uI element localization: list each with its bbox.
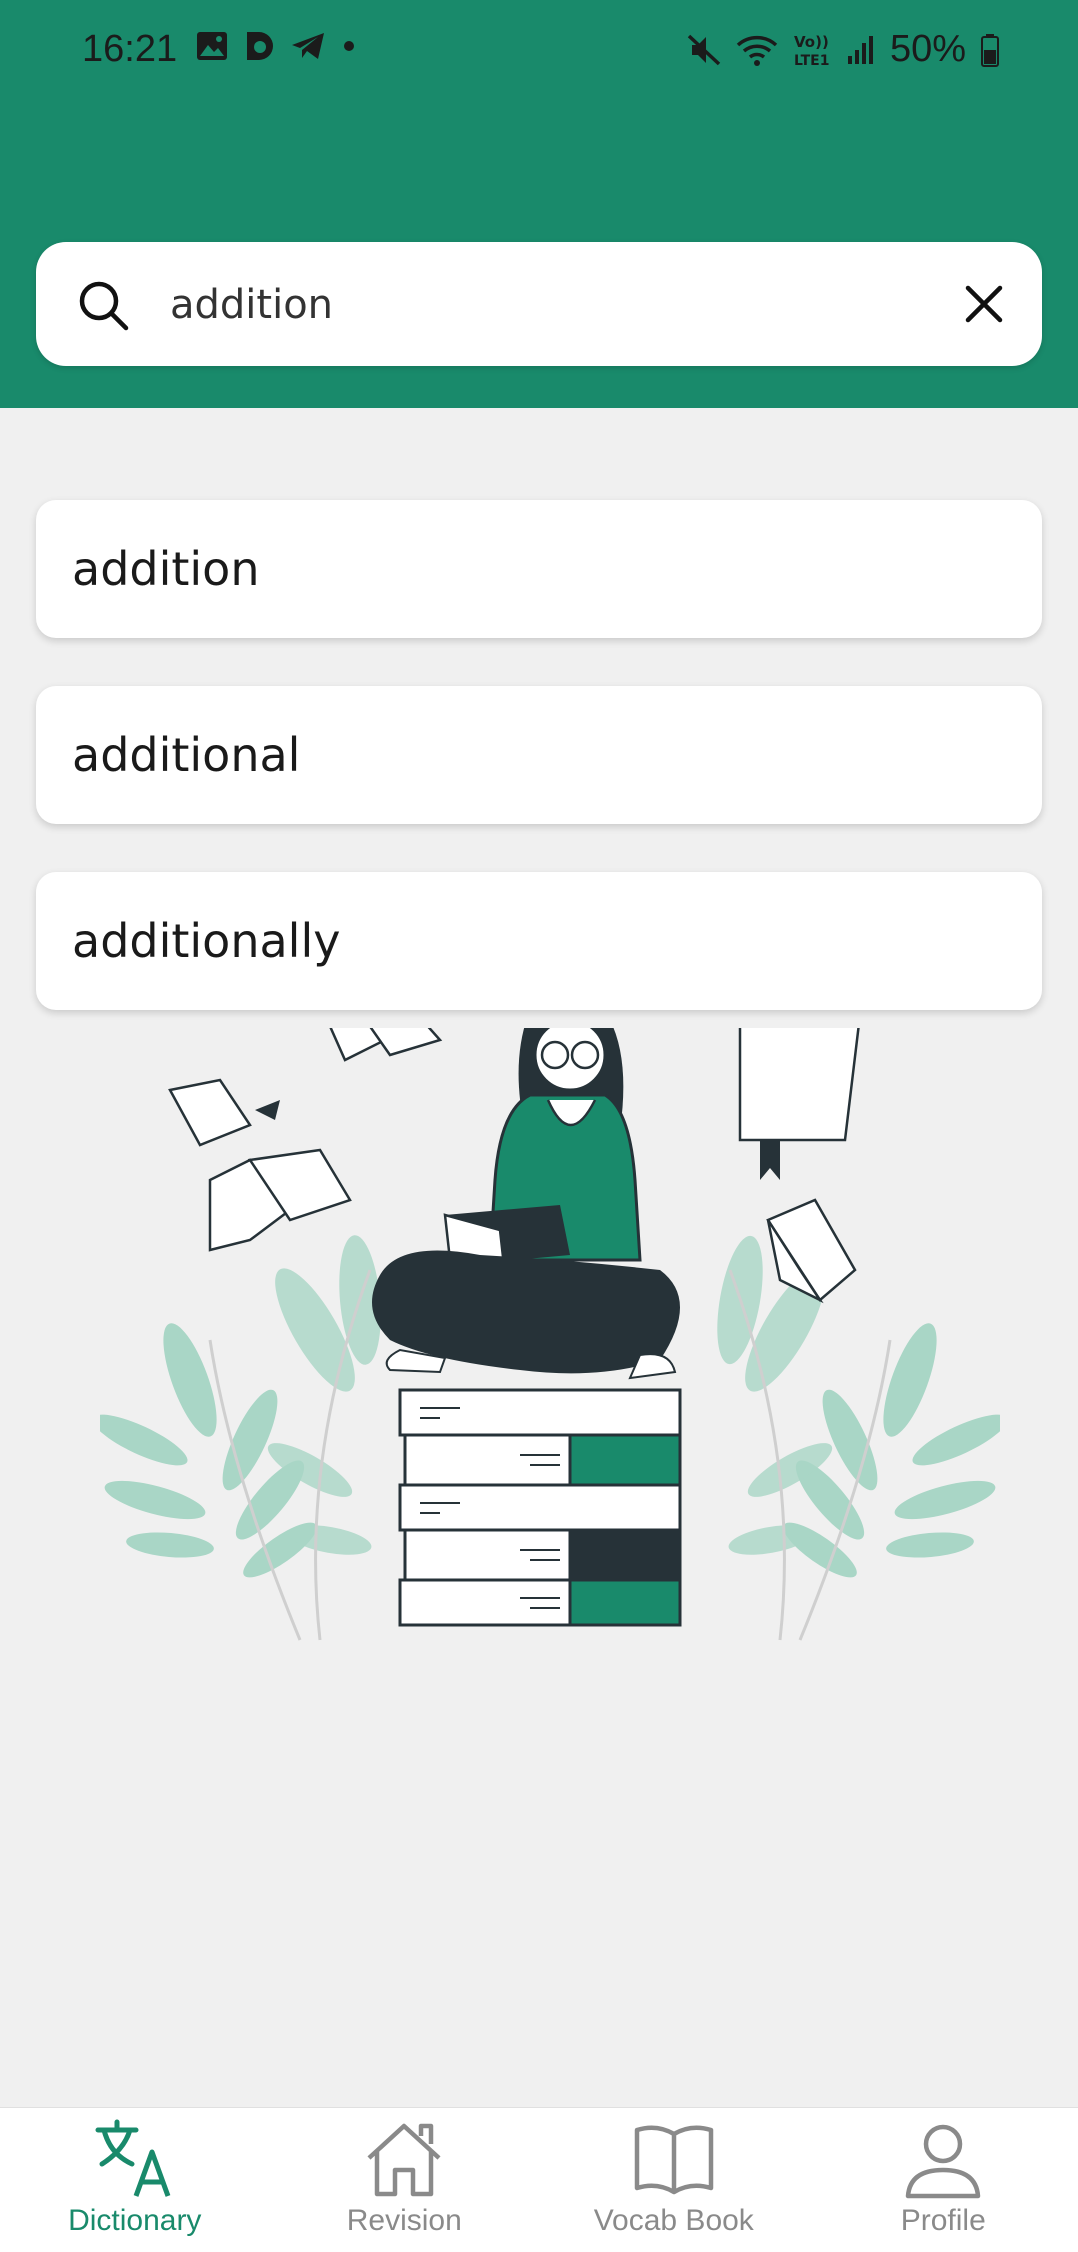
battery-icon	[981, 33, 999, 67]
status-system-icons: Vo)) LTE1 50%	[686, 28, 1000, 71]
suggestion-text: additional	[72, 728, 301, 782]
bottom-navigation: Dictionary Revision Vocab Book Profile	[0, 2107, 1078, 2252]
search-bar[interactable]	[36, 242, 1042, 366]
telegram-icon	[292, 33, 324, 59]
nav-label: Vocab Book	[593, 2204, 754, 2237]
nav-label: Profile	[900, 2204, 986, 2237]
book-icon	[634, 2125, 713, 2195]
suggestion-item[interactable]: additionally	[36, 872, 1042, 1010]
suggestion-list: addition additional additionally	[0, 408, 1078, 1028]
suggestion-text: additionally	[72, 914, 341, 968]
status-notifications	[196, 30, 356, 62]
nav-revision[interactable]: Revision	[270, 2108, 540, 2252]
search-icon	[79, 281, 129, 331]
status-time: 16:21	[82, 28, 178, 70]
suggestion-item[interactable]: additional	[36, 686, 1042, 824]
battery-percent: 50%	[889, 28, 966, 70]
wifi-icon	[736, 35, 778, 66]
b-app-icon	[247, 32, 273, 60]
nav-vocab-book[interactable]: Vocab Book	[539, 2108, 809, 2252]
mute-icon	[687, 34, 721, 65]
search-input[interactable]	[168, 264, 952, 346]
suggestion-item[interactable]: addition	[36, 500, 1042, 638]
nav-label: Dictionary	[68, 2204, 202, 2237]
image-icon	[197, 32, 227, 60]
translate-icon	[95, 2119, 171, 2197]
svg-text:LTE1: LTE1	[794, 53, 829, 68]
reading-girl-illustration	[100, 1000, 1000, 1641]
suggestion-text: addition	[72, 542, 260, 596]
app-header: 16:21 Vo)) LTE1 50%	[0, 0, 1078, 408]
nav-label: Revision	[346, 2204, 462, 2237]
volte-icon: Vo)) LTE1	[794, 33, 829, 68]
signal-icon	[847, 35, 873, 64]
nav-profile[interactable]: Profile	[809, 2108, 1078, 2252]
dot-icon	[344, 41, 354, 51]
status-bar: 16:21 Vo)) LTE1 50%	[0, 0, 1078, 100]
close-icon[interactable]	[958, 278, 1010, 330]
nav-dictionary[interactable]: Dictionary	[0, 2108, 270, 2252]
home-icon	[367, 2123, 441, 2197]
person-icon	[906, 2124, 981, 2199]
svg-text:Vo)): Vo))	[794, 33, 829, 51]
